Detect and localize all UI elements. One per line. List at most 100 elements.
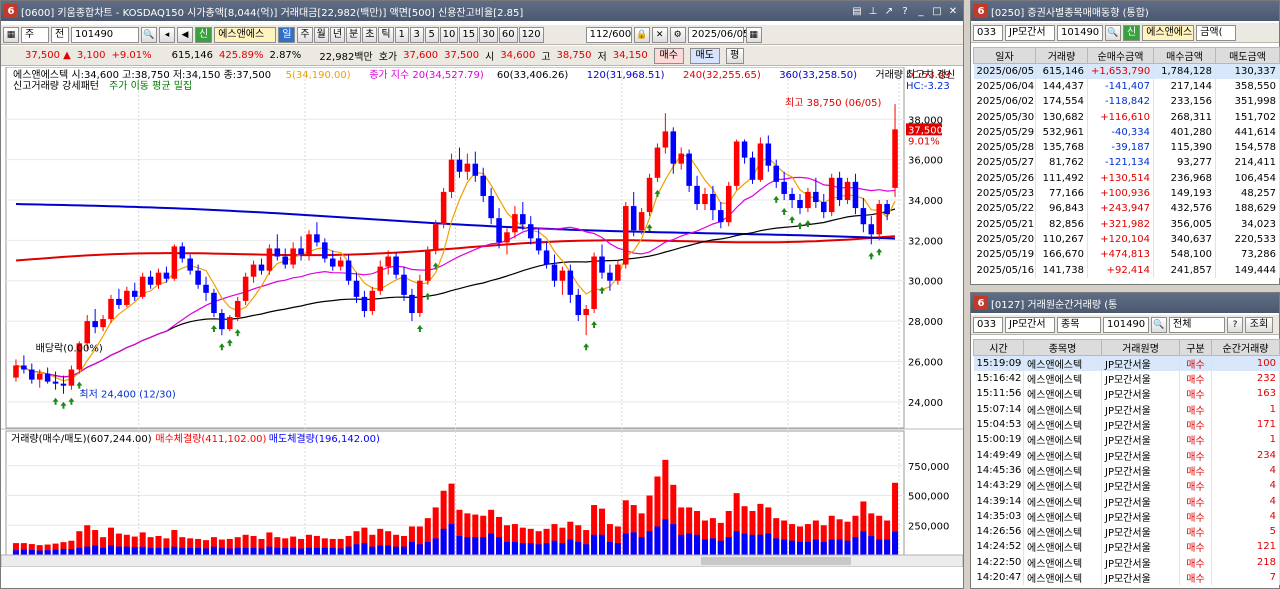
interval-13[interactable]: 120 [518,26,544,43]
sell-button[interactable]: 매도 [689,47,720,64]
balance-button[interactable]: 평 [725,47,744,64]
table-row[interactable]: 14:49:49 에스앤에스텍 JP모간서울 매수 234 [973,447,1280,463]
table-row[interactable]: 14:22:50 에스앤에스텍 JP모간서울 매수 218 [973,554,1280,570]
interval-9[interactable]: 10 [439,26,459,43]
price-chart[interactable]: 38,00036,00034,00032,00030,00028,00026,0… [1,67,963,567]
table-row[interactable]: 14:39:14 에스앤에스텍 JP모간서울 매수 4 [973,493,1280,509]
lock-icon[interactable]: 🔒 [633,26,650,43]
table-row[interactable]: 14:20:47 에스앤에스텍 JP모간서울 매수 7 [973,569,1280,586]
sound-icon[interactable]: ◀ [177,26,193,43]
table-row[interactable]: 2025/05/28 135,768 -39,187 115,390 154,578 [973,139,1280,156]
volume-sell-bar [614,543,621,555]
table-row[interactable]: 2025/05/21 82,856 +321,982 356,005 34,023 [973,216,1280,232]
broker-select[interactable]: JP모간서 [1005,316,1055,333]
table-row[interactable]: 15:04:53 에스앤에스텍 JP모간서울 매수 171 [973,416,1280,433]
stock-name-field[interactable]: 에스앤에스 [1142,24,1195,41]
link-icon[interactable]: ↗ [882,4,896,18]
table-row[interactable]: 2025/05/27 81,762 -121,134 93,277 214,411 [973,155,1280,171]
quote-high-label: 고 [541,52,551,63]
table-row[interactable]: 2025/05/16 141,738 +92,414 241,857 149,444 [973,262,1280,278]
type-select[interactable]: 종목 [1057,316,1101,333]
column-header[interactable]: 시간 [973,339,1024,356]
broker-select[interactable]: JP모간서 [1005,24,1055,41]
date-field[interactable]: 2025/06/05 [687,26,749,43]
table-row[interactable]: 14:45:36 에스앤에스텍 JP모간서울 매수 4 [973,462,1280,479]
search-icon[interactable]: 🔍 [1151,316,1167,333]
interval-5[interactable]: 틱 [378,26,394,43]
clear-icon[interactable]: ✕ [651,26,668,43]
count-field[interactable]: 112/600 [585,26,632,43]
table-row[interactable]: 15:07:14 에스앤에스텍 JP모간서울 매수 1 [973,401,1280,417]
prev-stock-icon[interactable]: ◂ [159,26,175,43]
query-button[interactable]: 조회 [1245,316,1273,333]
table-row[interactable]: 15:19:09 에스앤에스텍 JP모간서울 매수 100 [973,355,1280,371]
interval-8[interactable]: 5 [424,26,439,43]
interval-2[interactable]: 년 [329,26,346,43]
table-row[interactable]: 14:24:52 에스앤에스텍 JP모간서울 매수 121 [973,539,1280,555]
interval-3[interactable]: 분 [346,26,362,43]
table-row[interactable]: 14:26:56 에스앤에스텍 JP모간서울 매수 5 [973,523,1280,540]
pin-icon[interactable]: ⊥ [866,4,880,18]
daily-window-titlebar[interactable]: 6 [0250] 증권사별종목매매동향 (통합) [971,1,1279,21]
interval-10[interactable]: 15 [459,26,479,43]
column-header[interactable]: 거래량 [1035,47,1088,64]
table-cell: 매수 [1179,401,1212,417]
ticks-window-titlebar[interactable]: 6 [0127] 거래원순간거래량 (통 [971,293,1279,313]
table-row[interactable]: 15:16:42 에스앤에스텍 JP모간서울 매수 232 [973,371,1280,387]
period-mode-select[interactable]: 주 [21,26,49,43]
interval-12[interactable]: 60 [498,26,518,43]
scope-select[interactable]: 전체 [1169,316,1225,333]
interval-11[interactable]: 30 [479,26,498,43]
interval-4[interactable]: 초 [362,26,378,43]
table-row[interactable]: 2025/05/20 110,267 +120,104 340,637 220,533 [973,231,1280,248]
column-header[interactable]: 일자 [973,47,1036,64]
interval-0[interactable]: 주 [297,26,313,43]
table-row[interactable]: 2025/05/19 166,670 +474,813 548,100 73,286 [973,247,1280,263]
column-header[interactable]: 거래원명 [1101,339,1180,356]
mode-select[interactable]: 금액( [1196,24,1237,41]
interval-6[interactable]: 1 [394,26,409,43]
table-row[interactable]: 2025/05/26 111,492 +130,514 236,968 106,454 [973,170,1280,186]
layout-icon[interactable]: ▦ [3,26,19,43]
stock-code-input[interactable]: 101490 [1057,24,1103,41]
column-header[interactable]: 매수금액 [1153,47,1216,64]
table-row[interactable]: 2025/06/02 174,554 -118,842 233,156 351,998 [973,94,1280,110]
interval-1[interactable]: 월 [313,26,329,43]
table-row[interactable]: 2025/05/23 77,166 +100,936 149,193 48,257 [973,185,1280,202]
period-select[interactable]: 전 [51,26,69,43]
table-row[interactable]: 2025/06/05 615,146 +1,653,790 1,784,128 130,… [973,63,1280,79]
close-icon[interactable]: ✕ [946,4,960,18]
stock-code-input[interactable]: 101490 [71,26,139,43]
search-icon[interactable]: 🔍 [1105,24,1121,41]
column-header[interactable]: 순매수금액 [1087,47,1154,64]
stock-name-field[interactable]: 에스앤에스 [214,26,277,43]
table-row[interactable]: 14:35:03 에스앤에스텍 JP모간서울 매수 4 [973,508,1280,524]
table-row[interactable]: 2025/05/30 130,682 +116,610 268,311 151,702 [973,109,1280,125]
calendar-icon[interactable]: ▦ [745,26,762,43]
maximize-icon[interactable]: □ [930,4,944,18]
stock-code-input[interactable]: 101490 [1103,316,1149,333]
table-cell: 2025/05/23 [973,185,1036,202]
table-row[interactable]: 2025/06/04 144,437 -141,407 217,144 358,550 [973,78,1280,95]
minimize-icon[interactable]: _ [914,4,928,18]
search-icon[interactable]: 🔍 [141,26,157,43]
column-header[interactable]: 구분 [1179,339,1212,356]
table-row[interactable]: 15:00:19 에스앤에스텍 JP모간서울 매수 1 [973,432,1280,448]
column-header[interactable]: 종목명 [1023,339,1102,356]
table-row[interactable]: 14:43:29 에스앤에스텍 JP모간서울 매수 4 [973,478,1280,494]
table-row[interactable]: 2025/05/22 96,843 +243,947 432,576 188,629 [973,201,1280,217]
buy-button[interactable]: 매수 [653,47,684,64]
chart-window-titlebar[interactable]: 6 [0600] 키움종합차트 - KOSDAQ150 시가총액[8,044(억… [1,1,963,21]
column-header[interactable]: 순간거래량 [1211,339,1280,356]
menu-icon[interactable]: ▤ [850,4,864,18]
interval-7[interactable]: 3 [409,26,424,43]
interval-day[interactable]: 일 [278,26,296,43]
settings-icon[interactable]: ⚙ [669,26,686,43]
market-select[interactable]: 033 [973,24,1003,41]
help-icon[interactable]: ? [898,4,912,18]
help-icon[interactable]: ? [1227,316,1243,333]
table-row[interactable]: 2025/05/29 532,961 -40,334 401,280 441,614 [973,124,1280,140]
market-select[interactable]: 033 [973,316,1003,333]
table-row[interactable]: 15:11:56 에스앤에스텍 JP모간서울 매수 163 [973,386,1280,402]
column-header[interactable]: 매도금액 [1215,47,1280,64]
